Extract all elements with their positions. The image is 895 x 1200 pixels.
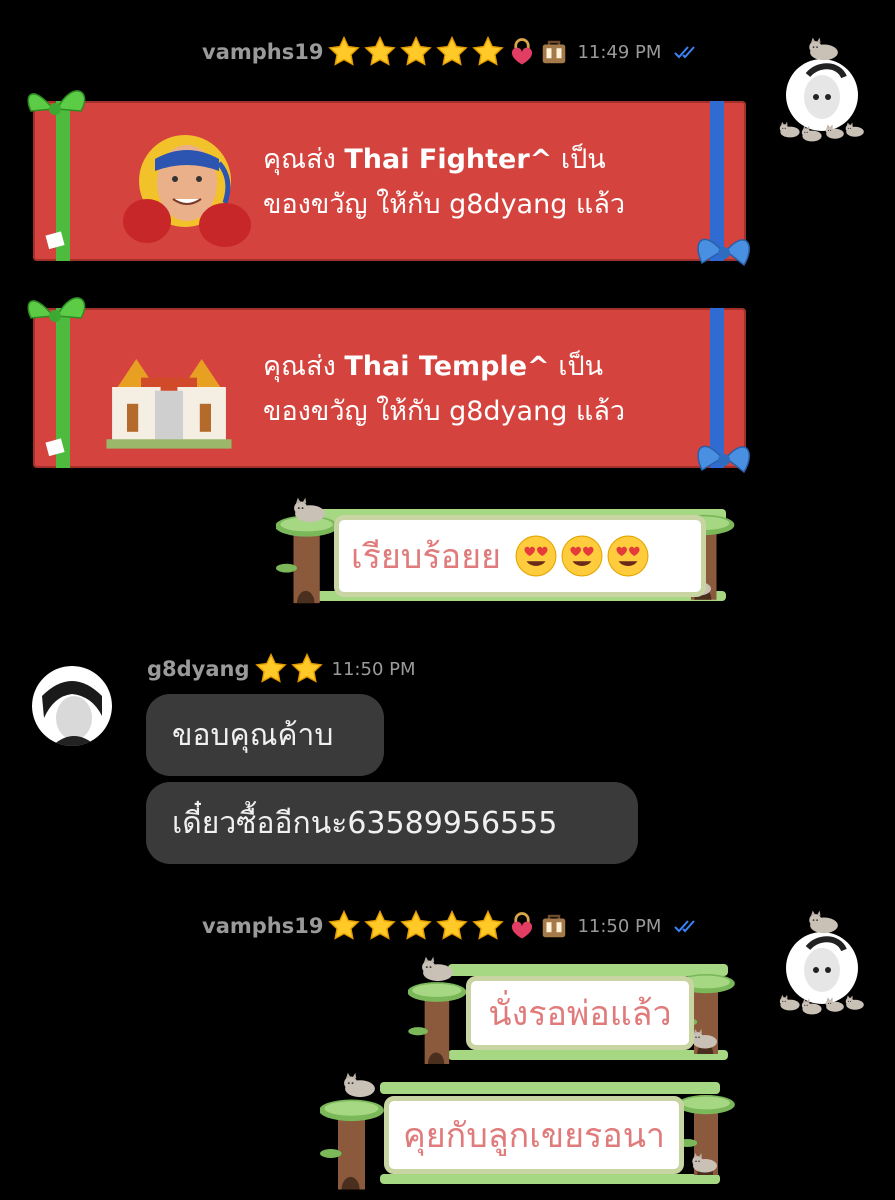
star-icon xyxy=(327,909,361,943)
message-header: vamphs19 11:50 PM xyxy=(202,909,703,943)
heart-eyes-emoji-icon xyxy=(561,535,603,577)
avatar[interactable] xyxy=(32,666,112,746)
user-avatar-icon xyxy=(32,666,112,746)
gift-name: Thai Temple^ xyxy=(344,351,550,382)
username[interactable]: g8dyang xyxy=(147,657,250,681)
star-icon xyxy=(363,909,397,943)
heart-lock-icon xyxy=(507,37,537,67)
message-time: 11:50 PM xyxy=(577,915,662,937)
star-icon xyxy=(327,35,361,69)
star-icon xyxy=(471,909,505,943)
star-icon xyxy=(363,35,397,69)
tag-icon xyxy=(45,231,65,250)
avatar[interactable] xyxy=(778,35,866,145)
heart-lock-icon xyxy=(507,911,537,941)
read-ticks-icon xyxy=(673,918,703,934)
star-icon xyxy=(471,35,505,69)
sticker-board: นั่งรอพ่อแล้ว xyxy=(466,976,694,1050)
heart-eyes-emoji-icon xyxy=(515,535,557,577)
green-bow-icon xyxy=(27,297,86,322)
message-text: เดี๋ยวซื้ออีกนะ63589956555 xyxy=(172,805,558,841)
gift-text: คุณส่ง Thai Fighter^ เป็น ของขวัญ ให้กับ… xyxy=(263,144,626,220)
gift-text: คุณส่ง Thai Temple^ เป็น ของขวัญ ให้กับ … xyxy=(263,351,626,427)
message-time: 11:50 PM xyxy=(331,658,416,680)
star-icon xyxy=(399,909,433,943)
temple-badge-icon xyxy=(539,37,569,67)
username[interactable]: vamphs19 xyxy=(202,40,323,64)
gift-card[interactable]: คุณส่ง Thai Temple^ เป็น ของขวัญ ให้กับ … xyxy=(27,297,750,474)
message-bubble[interactable]: เดี๋ยวซื้ออีกนะ63589956555 xyxy=(146,782,638,864)
avatar[interactable] xyxy=(778,908,866,1018)
tag-icon xyxy=(45,438,65,457)
star-icon xyxy=(254,652,288,686)
temple-badge-icon xyxy=(539,911,569,941)
message-text: ขอบคุณค้าบ xyxy=(172,717,334,753)
star-icon xyxy=(435,909,469,943)
message-time: 11:49 PM xyxy=(577,41,662,63)
read-ticks-icon xyxy=(673,44,703,60)
sticker-board: คุยกับลูกเขยรอนา xyxy=(384,1096,684,1174)
blue-bow-icon xyxy=(697,238,750,267)
sticker-text: นั่งรอพ่อแล้ว xyxy=(488,994,672,1034)
gift-card[interactable]: คุณส่ง Thai Fighter^ เป็น ของขวัญ ให้กับ… xyxy=(27,90,750,267)
message-bubble[interactable]: ขอบคุณค้าบ xyxy=(146,694,384,776)
star-icon xyxy=(435,35,469,69)
sticker-text: เรียบร้อยย xyxy=(351,537,501,577)
sticker[interactable]: คุยกับลูกเขยรอนา xyxy=(320,1070,742,1190)
sticker[interactable]: นั่งรอพ่อแล้ว xyxy=(408,954,742,1064)
cat-avatar-icon xyxy=(779,37,864,142)
temple-icon xyxy=(106,359,232,449)
star-icon xyxy=(290,652,324,686)
heart-eyes-emoji-icon xyxy=(607,535,649,577)
boxer-icon xyxy=(123,135,251,247)
green-bow-icon xyxy=(27,90,86,115)
message-header: vamphs19 11:49 PM xyxy=(202,35,703,69)
username[interactable]: vamphs19 xyxy=(202,914,323,938)
sticker-text: คุยกับลูกเขยรอนา xyxy=(402,1116,666,1156)
gift-name: Thai Fighter^ xyxy=(344,144,553,175)
blue-bow-icon xyxy=(697,445,750,474)
sticker[interactable]: เรียบร้อยย xyxy=(276,495,742,607)
message-header: g8dyang 11:50 PM xyxy=(147,652,416,686)
sticker-board: เรียบร้อยย xyxy=(334,515,706,597)
star-icon xyxy=(399,35,433,69)
cat-avatar-icon xyxy=(779,910,864,1015)
